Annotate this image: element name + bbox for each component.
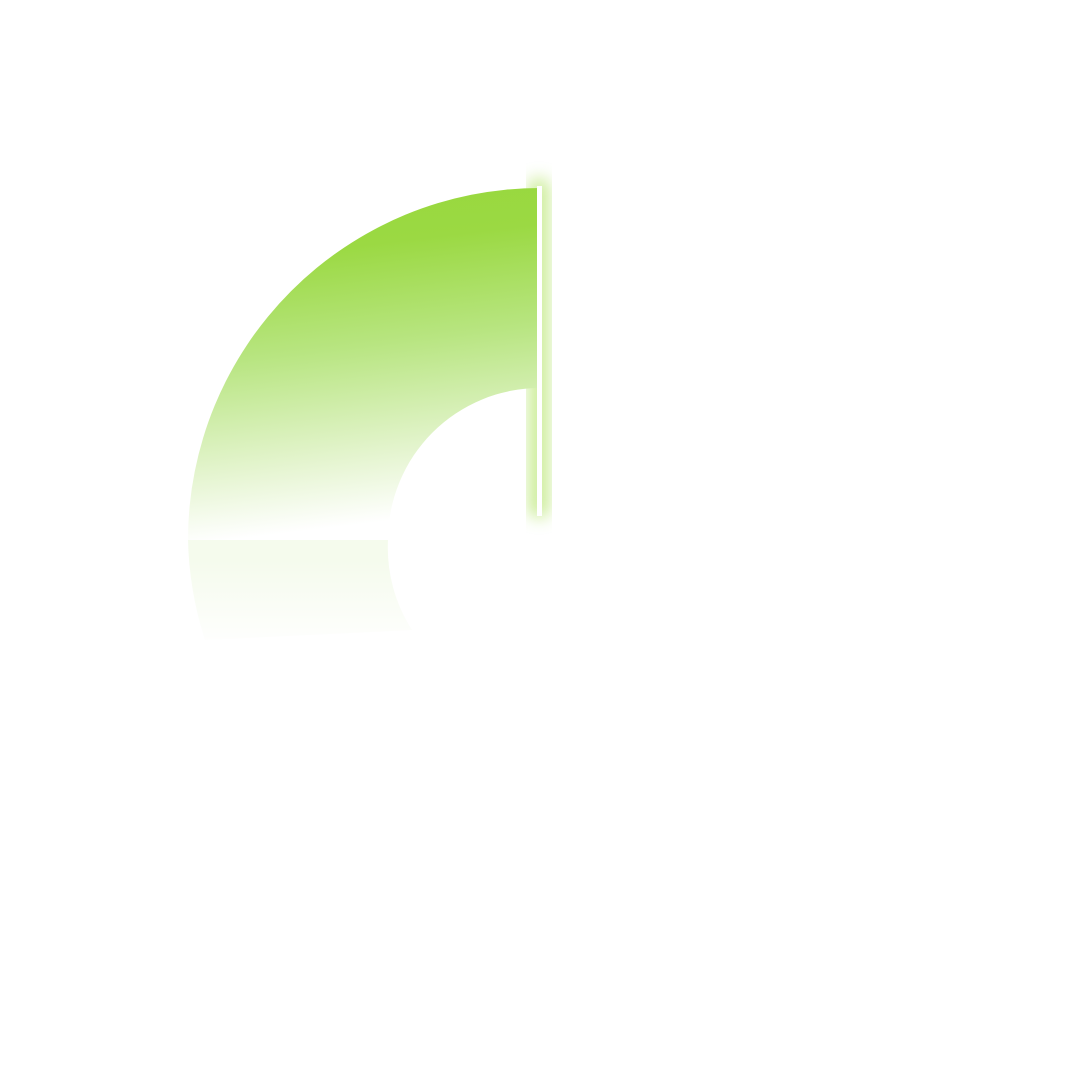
- arc-divider-line: [537, 186, 542, 516]
- ring-arc: [188, 188, 540, 540]
- arc-bottom-fade: [170, 560, 450, 650]
- ring-arc-graphic: [170, 178, 550, 650]
